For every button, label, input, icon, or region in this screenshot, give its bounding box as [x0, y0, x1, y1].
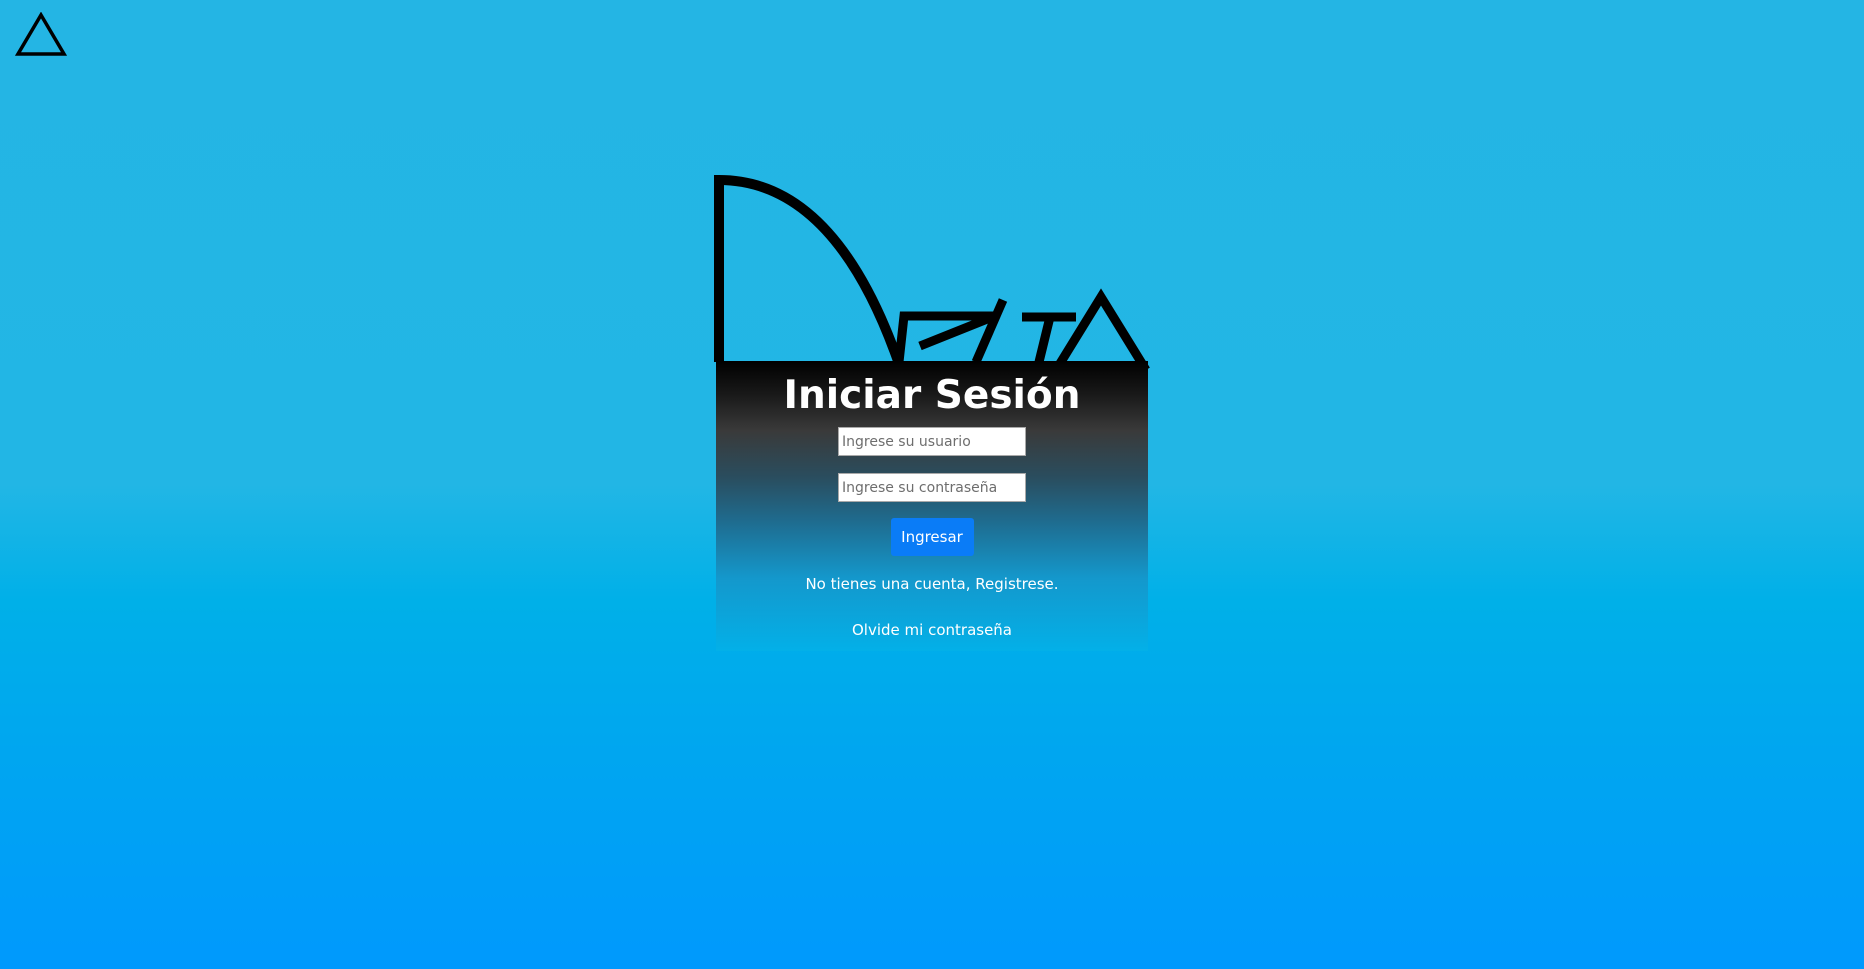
register-link[interactable]: No tienes una cuenta, Registrese.	[716, 575, 1148, 593]
username-input[interactable]	[838, 427, 1026, 456]
forgot-password-link[interactable]: Olvide mi contraseña	[716, 621, 1148, 639]
login-title: Iniciar Sesión	[783, 373, 1081, 418]
password-input[interactable]	[838, 473, 1026, 502]
delta-wordmark-logo	[714, 174, 1150, 372]
login-panel: Iniciar Sesión Ingresar No tienes una cu…	[716, 361, 1148, 651]
delta-triangle-icon[interactable]	[15, 12, 67, 58]
login-button[interactable]: Ingresar	[890, 518, 974, 556]
